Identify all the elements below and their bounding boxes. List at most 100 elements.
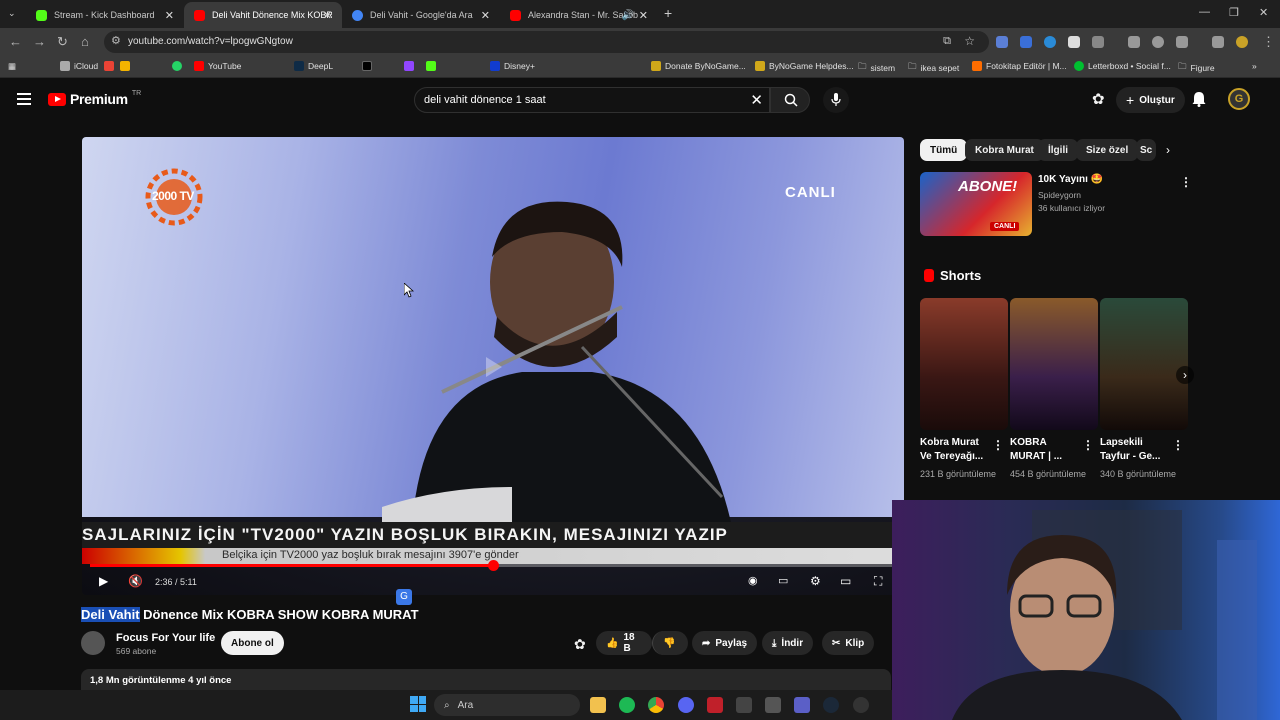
extension-icon[interactable] [996,36,1008,48]
restore-icon[interactable]: ❐ [1229,6,1239,19]
install-app-icon[interactable]: ⧉ [943,35,951,48]
audio-playing-icon[interactable]: 🔊 [622,10,634,21]
app-icon[interactable] [707,697,723,713]
theater-mode-icon[interactable]: ▭ [840,574,851,588]
youtube-premium-logo[interactable]: Premium TR [48,90,141,107]
bookmark-fotokitap[interactable]: Fotokitap Editör | M... [972,61,1067,71]
live-video-thumbnail[interactable]: ABONE! CANLI [920,172,1032,236]
bookmark-gmail[interactable] [104,61,114,71]
mute-icon[interactable]: 🔇 [128,574,143,588]
extension-gear-icon[interactable]: ✿ [1092,90,1105,108]
search-input[interactable]: deli vahit dönence 1 saat ✕ [414,87,770,113]
video-player[interactable]: 2000 TV CANLI SAJLARINIZ İÇİN "TV2000" Y… [82,137,904,595]
app-icon[interactable] [853,697,869,713]
reload-icon[interactable]: ↻ [57,34,68,50]
chevron-right-icon[interactable]: › [1166,143,1170,157]
bookmark-folder-ikea[interactable]: 🗀 ikea sepet [908,61,959,75]
extension-icon[interactable] [1068,36,1080,48]
bookmark-whatsapp[interactable] [172,61,182,71]
minimize-icon[interactable]: — [1199,6,1210,18]
discord-icon[interactable] [678,697,694,713]
account-avatar[interactable]: G [1228,88,1250,110]
app-icon[interactable] [765,697,781,713]
bookmark-kick[interactable] [426,61,436,71]
more-bookmarks-icon[interactable]: » [1252,61,1257,71]
video-progress-bar[interactable] [90,560,896,571]
more-options-icon[interactable]: ⋮ [1180,175,1192,189]
extensions-puzzle-icon[interactable] [1092,36,1104,48]
close-tab-icon[interactable]: ✕ [481,9,490,22]
extension-icon[interactable] [1176,36,1188,48]
bookmark-letterboxd[interactable]: Letterboxd • Social f... [1074,61,1171,71]
short-title[interactable]: KOBRA MURAT | ... [1010,436,1080,464]
dislike-button[interactable]: 👎 [652,631,688,655]
bookmark-twitch[interactable] [404,61,414,71]
profile-icon[interactable] [1236,36,1248,48]
taskbar-search[interactable]: ⌕ Ara [434,694,580,716]
file-explorer-icon[interactable] [590,697,606,713]
bookmark-folder-figure[interactable]: 🗀 Figure [1178,61,1215,75]
extension-gear-icon[interactable]: ✿ [574,636,586,653]
tab-kick[interactable]: Stream - Kick Dashboard ✕ [26,2,184,28]
more-options-icon[interactable]: ⋮ [1082,438,1094,452]
chip-all[interactable]: Tümü [920,139,968,161]
bookmark-disney[interactable]: Disney+ [490,61,535,71]
short-thumbnail[interactable] [1010,298,1098,430]
site-info-icon[interactable]: ⚙ [111,34,121,47]
more-options-icon[interactable]: ⋮ [1172,438,1184,452]
clear-search-icon[interactable]: ✕ [750,91,763,109]
close-window-icon[interactable]: ✕ [1259,6,1268,19]
windows-start-icon[interactable] [410,696,426,712]
subscribe-button[interactable]: Abone ol [221,631,284,655]
bookmark-bynogame-donate[interactable]: Donate ByNoGame... [651,61,746,71]
tab-youtube-video[interactable]: Deli Vahit Dönence Mix KOBRA ✕ [184,2,342,28]
bookmark-deepl[interactable]: DeepL [294,61,333,71]
clip-button[interactable]: ✂ Klip [822,631,875,655]
short-thumbnail[interactable] [1100,298,1188,430]
chip-more[interactable]: Sc [1136,139,1156,161]
teams-icon[interactable] [794,697,810,713]
shorts-next-icon[interactable]: › [1176,366,1194,384]
chip-related[interactable]: İlgili [1038,139,1078,161]
close-tab-icon[interactable]: ✕ [323,9,332,22]
fullscreen-icon[interactable]: ⛶ [874,574,882,589]
forward-icon[interactable]: → [33,34,46,49]
bookmark-bynogame-help[interactable]: ByNoGame Helpdes... [755,61,854,71]
like-button[interactable]: 👍 18 B [596,631,652,655]
history-icon[interactable] [1152,36,1164,48]
create-button[interactable]: + Oluştur [1116,87,1185,113]
extension-icon[interactable] [1020,36,1032,48]
more-options-icon[interactable]: ⋮ [992,438,1004,452]
translate-icon[interactable]: G [396,589,412,605]
download-button[interactable]: ⤓ İndir [762,631,814,655]
chip-kobra-murat[interactable]: Kobra Murat [965,139,1044,161]
tab-google[interactable]: Deli Vahit - Google'da Ara ✕ [342,2,500,28]
live-video-title[interactable]: 10K Yayını 🤩 [1038,174,1103,185]
voice-search-button[interactable] [823,87,849,113]
extension-icon[interactable] [1044,36,1056,48]
share-button[interactable]: ➦ Paylaş [692,631,758,655]
bookmark-icloud[interactable]: iCloud [60,61,98,71]
channel-avatar[interactable] [81,631,105,655]
chip-for-you[interactable]: Size özel [1076,139,1139,161]
menu-dots-icon[interactable]: ⋮ [1262,34,1275,50]
bookmark-drive[interactable] [120,61,130,71]
play-icon[interactable]: ▶ [99,574,108,588]
new-tab-button[interactable]: + [664,5,672,21]
live-channel-name[interactable]: Spideygorn [1038,190,1081,200]
close-tab-icon[interactable]: ✕ [165,9,174,22]
bookmark-star-icon[interactable]: ☆ [964,34,975,48]
short-thumbnail[interactable] [920,298,1008,430]
bookmark-x[interactable] [362,61,372,71]
home-icon[interactable]: ⌂ [81,34,89,49]
apps-grid-icon[interactable]: ▦ [8,61,16,72]
extension-icon[interactable] [1128,36,1140,48]
chrome-icon[interactable] [648,697,664,713]
subtitles-icon[interactable]: ▭ [778,574,788,587]
channel-name[interactable]: Focus For Your life [116,632,215,644]
spotify-icon[interactable] [619,697,635,713]
back-icon[interactable]: ← [9,34,22,49]
menu-icon[interactable] [17,93,31,108]
short-title[interactable]: Lapsekili Tayfur - Ge... [1100,436,1170,464]
close-tab-icon[interactable]: ✕ [639,9,648,22]
